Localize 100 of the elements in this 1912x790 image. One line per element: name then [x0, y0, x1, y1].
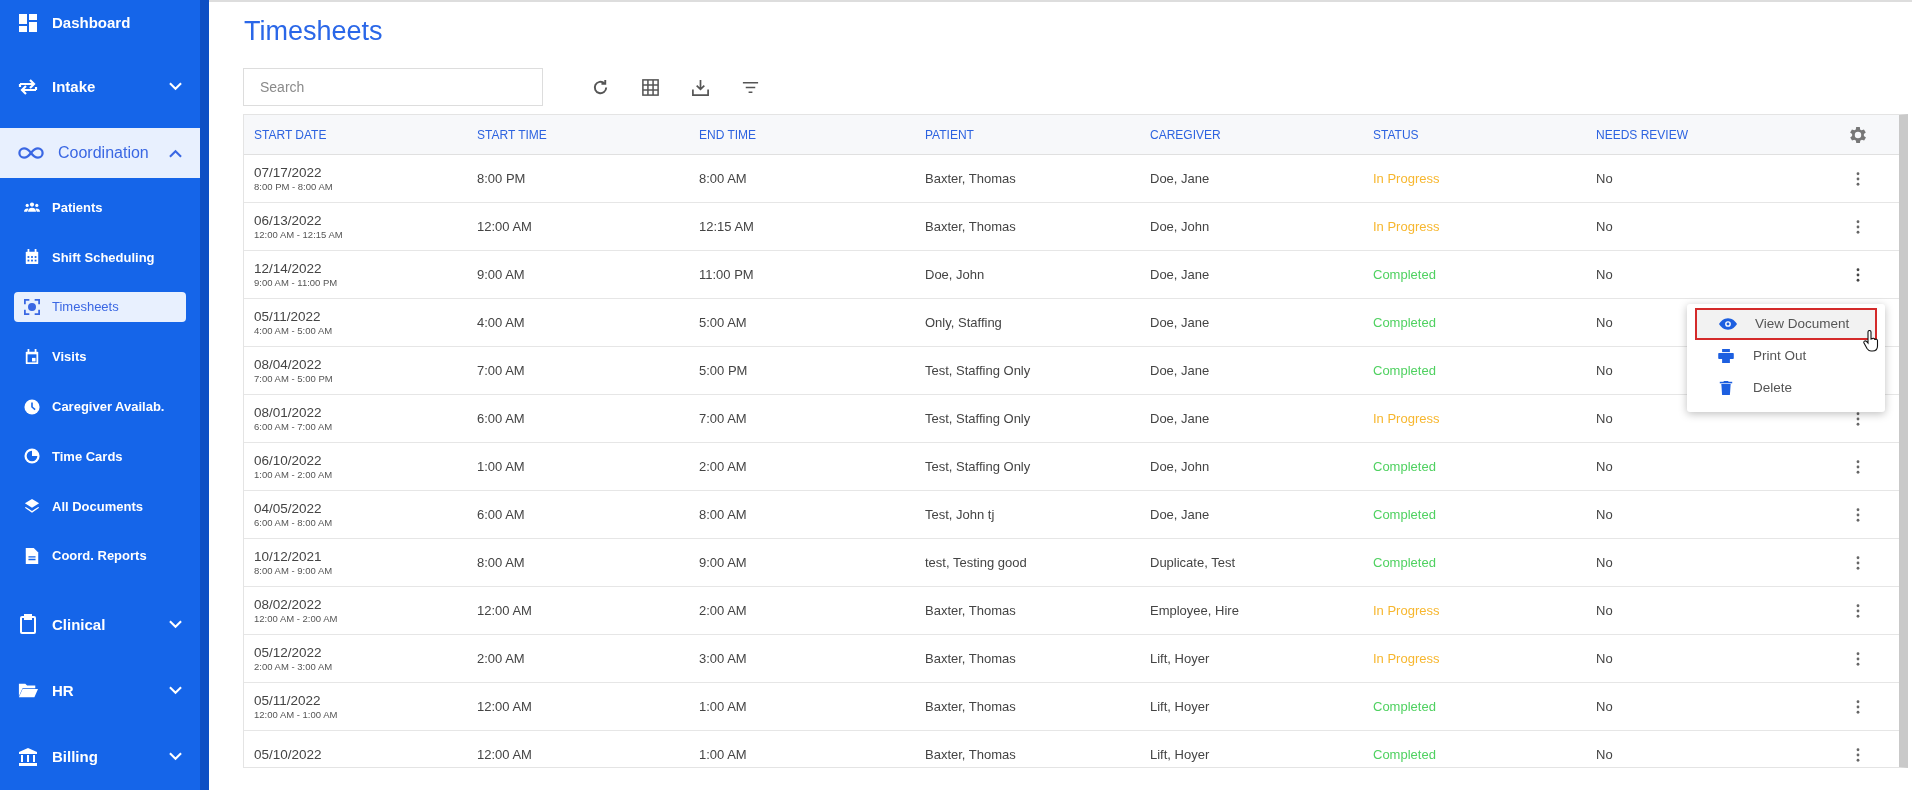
more-icon[interactable] [1855, 699, 1860, 714]
column-header[interactable]: NEEDS REVIEW [1586, 127, 1806, 142]
table-cell: Doe, Jane [1150, 363, 1210, 378]
more-icon[interactable] [1855, 411, 1860, 426]
column-header[interactable]: CAREGIVER [1140, 127, 1363, 142]
sidebar-item[interactable]: Shift Scheduling [14, 242, 186, 273]
table-cell: 7:00 AM [699, 411, 747, 426]
time-range: 12:00 AM - 2:00 AM [254, 613, 339, 624]
table-cell: Lift, Hoyer [1150, 699, 1210, 714]
time-range: 9:00 AM - 11:00 PM [254, 277, 339, 288]
more-icon[interactable] [1855, 459, 1860, 474]
more-icon[interactable] [1855, 219, 1860, 234]
table-cell: Lift, Hoyer [1150, 747, 1210, 762]
more-icon[interactable] [1855, 651, 1860, 666]
page-title: Timesheets [244, 16, 384, 48]
more-icon[interactable] [1855, 603, 1860, 618]
download-icon[interactable] [691, 77, 710, 97]
table-cell: 12:00 AM [477, 603, 532, 618]
focus-frame-icon [24, 298, 40, 315]
table-cell: Baxter, Thomas [925, 747, 1016, 762]
start-date: 05/11/2022 [254, 693, 322, 708]
table-cell: 1:00 AM [699, 747, 747, 762]
table-cell: Test, Staffing Only [925, 411, 1031, 426]
start-date: 07/17/2022 [254, 165, 323, 180]
table-cell: No [1596, 363, 1613, 378]
search-field[interactable]: Search [243, 68, 543, 106]
table-cell: 3:00 AM [699, 651, 747, 666]
sidebar-section[interactable]: Clinical [0, 598, 200, 650]
table-cell: No [1596, 411, 1613, 426]
table-cell: 2:00 AM [699, 603, 747, 618]
table-cell: Doe, John [1150, 459, 1210, 474]
table-cell: Doe, John [925, 267, 985, 282]
status-text: Completed [1373, 747, 1436, 762]
sidebar-item[interactable]: Visits [14, 341, 186, 372]
column-header[interactable]: PATIENT [915, 127, 1140, 142]
more-icon[interactable] [1855, 267, 1860, 282]
table-cell: No [1596, 507, 1613, 522]
column-header[interactable]: END TIME [689, 127, 915, 142]
grid-icon[interactable] [641, 77, 660, 97]
table-cell: 8:00 AM [699, 171, 747, 186]
refresh-icon[interactable] [591, 77, 610, 97]
time-range: 8:00 PM - 8:00 AM [254, 181, 334, 192]
more-icon[interactable] [1855, 555, 1860, 570]
table-cell: No [1596, 315, 1613, 330]
sidebar-item[interactable]: Time Cards [14, 441, 186, 472]
sidebar-item[interactable]: Timesheets [14, 291, 186, 322]
column-header[interactable]: STATUS [1363, 127, 1586, 142]
more-icon[interactable] [1855, 747, 1860, 762]
start-date: 08/02/2022 [254, 597, 323, 612]
table-cell: No [1596, 171, 1613, 186]
time-range: 2:00 AM - 3:00 AM [254, 661, 334, 672]
document-icon [24, 547, 40, 564]
sidebar-section[interactable]: Dashboard [0, 0, 200, 46]
eye-icon [1719, 316, 1737, 331]
menu-item[interactable]: View Document [1695, 307, 1877, 340]
status-text: In Progress [1373, 603, 1440, 618]
table-cell: Duplicate, Test [1150, 555, 1236, 570]
table-cell: Lift, Hoyer [1150, 651, 1210, 666]
table-cell: 2:00 AM [699, 459, 747, 474]
table-cell: 5:00 PM [699, 363, 748, 378]
time-range: 8:00 AM - 9:00 AM [254, 565, 334, 576]
table-cell: 5:00 AM [699, 315, 747, 330]
table-cell: Doe, John [1150, 219, 1210, 234]
start-date: 05/10/2022 [254, 747, 323, 762]
table-cell: No [1596, 219, 1613, 234]
sidebar-section[interactable]: Intake [0, 61, 200, 112]
start-date: 05/11/2022 [254, 309, 322, 324]
time-range: 7:00 AM - 5:00 PM [254, 373, 334, 384]
clipboard-icon [18, 614, 38, 635]
time-range: 6:00 AM - 7:00 AM [254, 421, 334, 432]
menu-item[interactable]: Print Out [1695, 339, 1877, 372]
sidebar-item[interactable]: Patients [14, 192, 186, 223]
sidebar-item[interactable]: All Documents [14, 491, 186, 522]
table-cell: Doe, Jane [1150, 315, 1210, 330]
section-label: HR [52, 681, 75, 699]
sidebar-item[interactable]: Coord. Reports [14, 540, 186, 571]
table-cell: Doe, Jane [1150, 171, 1210, 186]
more-icon[interactable] [1855, 171, 1860, 186]
status-text: Completed [1373, 315, 1436, 330]
start-date: 04/05/2022 [254, 501, 323, 516]
start-date: 10/12/2021 [254, 549, 323, 564]
status-text: In Progress [1373, 411, 1440, 426]
status-text: Completed [1373, 363, 1436, 378]
status-text: In Progress [1373, 651, 1440, 666]
status-text: Completed [1373, 555, 1436, 570]
menu-item[interactable]: Delete [1695, 371, 1877, 404]
sidebar-section[interactable]: HR [0, 665, 200, 716]
table-cell: No [1596, 651, 1613, 666]
table-cell: 6:00 AM [477, 507, 525, 522]
table-cell: No [1596, 555, 1613, 570]
sidebar-item[interactable]: Caregiver Availab. [14, 391, 186, 422]
table-cell: Doe, Jane [1150, 411, 1210, 426]
sidebar-section[interactable]: Billing [0, 731, 200, 782]
table-cell: 1:00 AM [699, 699, 747, 714]
sidebar-section[interactable]: Coordination [0, 127, 200, 179]
more-icon[interactable] [1855, 507, 1860, 522]
layers-icon [24, 498, 40, 515]
table-cell: 1:00 AM [477, 459, 525, 474]
column-header[interactable]: START DATE [244, 127, 467, 142]
column-header[interactable]: START TIME [467, 127, 689, 142]
